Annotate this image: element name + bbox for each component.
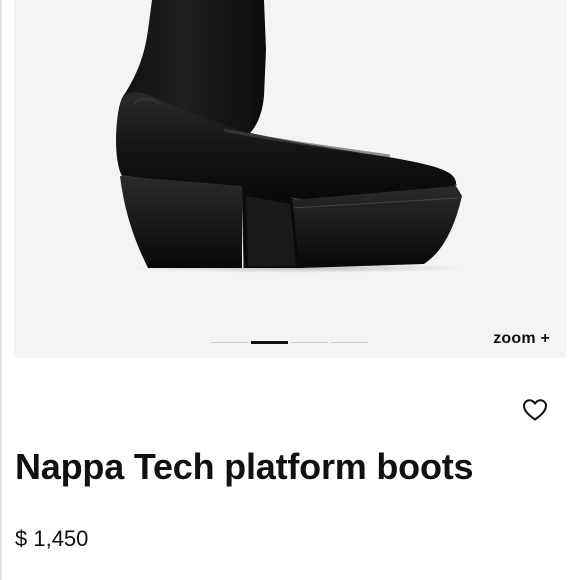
- wishlist-button[interactable]: [522, 398, 548, 422]
- product-image-gallery[interactable]: zoom +: [14, 0, 566, 358]
- product-price: $ 1,450: [15, 526, 89, 551]
- boot-image: [116, 0, 469, 273]
- zoom-button[interactable]: zoom +: [493, 330, 550, 348]
- pagination-dot[interactable]: [291, 342, 328, 343]
- pagination-dot[interactable]: [211, 342, 248, 343]
- pagination-dot-active[interactable]: [251, 341, 288, 344]
- pagination-dot[interactable]: [331, 342, 368, 343]
- product-title: Nappa Tech platform boots: [15, 446, 474, 487]
- left-edge-rule: [0, 0, 2, 580]
- heart-icon: [523, 399, 547, 421]
- gallery-pagination: [211, 341, 371, 345]
